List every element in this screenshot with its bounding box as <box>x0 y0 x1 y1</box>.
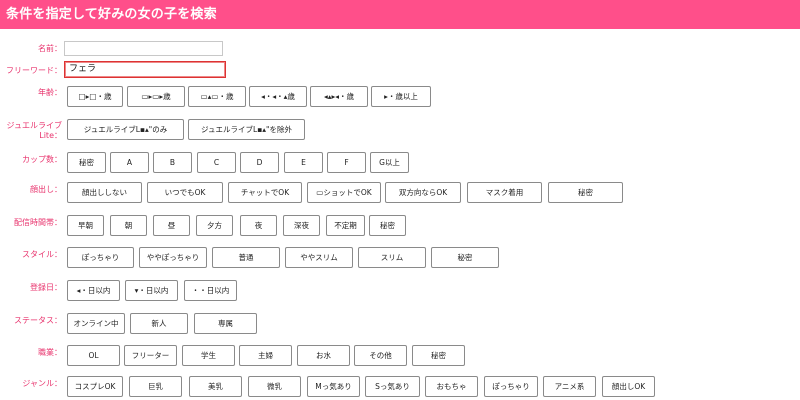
genre-option-1[interactable]: コスプレOK <box>67 376 123 397</box>
job-option-2[interactable]: フリーター <box>124 345 177 366</box>
cup-option-6[interactable]: E <box>284 152 323 173</box>
status-option-2[interactable]: 新人 <box>130 313 188 334</box>
style-option-6[interactable]: 秘密 <box>431 247 499 268</box>
face-option-6[interactable]: マスク着用 <box>467 182 542 203</box>
freeword-label: フリーワード： <box>6 66 62 75</box>
style-option-1[interactable]: ぽっちゃり <box>67 247 134 268</box>
name-input[interactable] <box>64 41 223 56</box>
register-option-3[interactable]: ・・日以内 <box>184 280 237 301</box>
genre-option-7[interactable]: おもちゃ <box>425 376 478 397</box>
age-option-5[interactable]: ◂▴▸◂・歳 <box>310 86 368 107</box>
cup-option-5[interactable]: D <box>240 152 279 173</box>
page-header: 条件を指定して好みの女の子を検索 <box>0 0 800 29</box>
time-option-4[interactable]: 夕方 <box>196 215 233 236</box>
face-option-2[interactable]: いつでもOK <box>147 182 223 203</box>
cup-option-1[interactable]: 秘密 <box>67 152 106 173</box>
jewel-only-button[interactable]: ジュエルライブL▪▴"のみ <box>67 119 184 140</box>
register-label: 登録日： <box>30 283 62 292</box>
style-option-2[interactable]: ややぽっちゃり <box>139 247 207 268</box>
genre-option-5[interactable]: Mっ気あり <box>307 376 360 397</box>
status-option-3[interactable]: 専属 <box>194 313 257 334</box>
job-option-1[interactable]: OL <box>67 345 120 366</box>
style-label: スタイル： <box>22 250 62 259</box>
job-label: 職業： <box>38 348 62 357</box>
face-label: 顔出し： <box>30 185 62 194</box>
cup-option-8[interactable]: G以上 <box>370 152 409 173</box>
time-option-1[interactable]: 早朝 <box>67 215 104 236</box>
time-option-2[interactable]: 朝 <box>110 215 147 236</box>
job-option-3[interactable]: 学生 <box>182 345 235 366</box>
style-option-3[interactable]: 普通 <box>212 247 280 268</box>
cup-label: カップ数： <box>22 155 62 164</box>
face-option-3[interactable]: チャットでOK <box>228 182 302 203</box>
job-option-6[interactable]: その他 <box>354 345 407 366</box>
genre-option-9[interactable]: アニメ系 <box>543 376 596 397</box>
style-option-4[interactable]: ややスリム <box>285 247 353 268</box>
genre-option-10[interactable]: 顔出しOK <box>602 376 655 397</box>
register-option-1[interactable]: ◂・日以内 <box>67 280 120 301</box>
name-label: 名前： <box>38 44 62 53</box>
cup-option-4[interactable]: C <box>197 152 236 173</box>
style-option-5[interactable]: スリム <box>358 247 426 268</box>
jewel-exclude-button[interactable]: ジュエルライブL▪▴"を除外 <box>188 119 305 140</box>
genre-option-2[interactable]: 巨乳 <box>129 376 182 397</box>
age-option-1[interactable]: □▸□・歳 <box>67 86 123 107</box>
time-option-5[interactable]: 夜 <box>240 215 277 236</box>
time-option-6[interactable]: 深夜 <box>283 215 320 236</box>
cup-option-3[interactable]: B <box>153 152 192 173</box>
status-label: ステータス： <box>14 316 62 325</box>
freeword-input[interactable]: フェラ <box>64 61 226 78</box>
age-option-3[interactable]: ▭▴▭・歳 <box>188 86 246 107</box>
job-option-4[interactable]: 主婦 <box>239 345 292 366</box>
jewel-label: ジュエルライブLite： <box>6 121 62 140</box>
age-option-4[interactable]: ◂・◂・▴歳 <box>249 86 307 107</box>
job-option-5[interactable]: お水 <box>297 345 350 366</box>
face-option-5[interactable]: 双方向ならOK <box>385 182 461 203</box>
cup-option-7[interactable]: F <box>327 152 366 173</box>
face-option-1[interactable]: 顔出ししない <box>67 182 142 203</box>
face-option-7[interactable]: 秘密 <box>548 182 623 203</box>
time-option-3[interactable]: 昼 <box>153 215 190 236</box>
job-option-7[interactable]: 秘密 <box>412 345 465 366</box>
time-option-8[interactable]: 秘密 <box>369 215 406 236</box>
genre-option-4[interactable]: 微乳 <box>248 376 301 397</box>
face-option-4[interactable]: ▭ショットでOK <box>307 182 381 203</box>
genre-option-6[interactable]: Sっ気あり <box>365 376 420 397</box>
genre-label: ジャンル： <box>22 379 62 388</box>
age-label: 年齢： <box>38 88 62 97</box>
page-title: 条件を指定して好みの女の子を検索 <box>6 7 217 22</box>
status-option-1[interactable]: オンライン中 <box>67 313 125 334</box>
age-option-6[interactable]: ▸・歳以上 <box>371 86 431 107</box>
genre-option-3[interactable]: 美乳 <box>189 376 242 397</box>
age-option-2[interactable]: ▭▸▭▸歳 <box>127 86 185 107</box>
time-option-7[interactable]: 不定期 <box>326 215 365 236</box>
time-label: 配信時間帯： <box>14 218 62 227</box>
genre-option-8[interactable]: ぽっちゃり <box>484 376 538 397</box>
register-option-2[interactable]: ▾・日以内 <box>125 280 178 301</box>
cup-option-2[interactable]: A <box>110 152 149 173</box>
